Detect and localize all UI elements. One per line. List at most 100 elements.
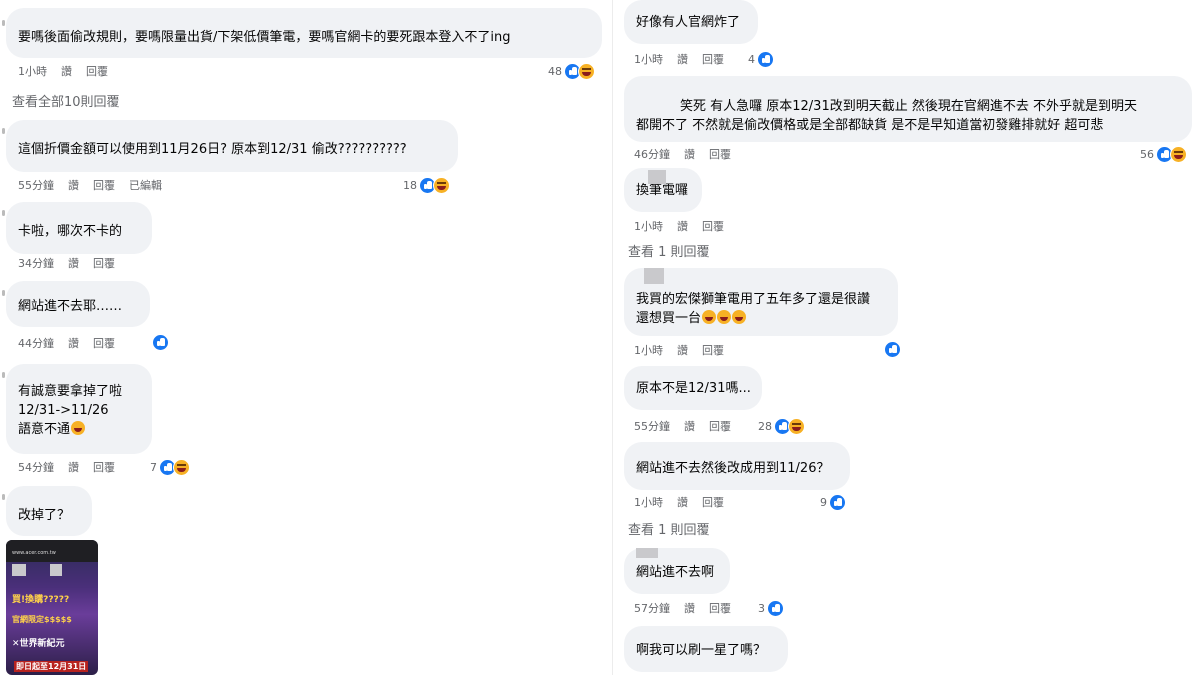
comment-bubble: 原本不是12/31嗎...	[624, 366, 762, 410]
comment-meta: 34分鐘 讚 回覆	[18, 255, 129, 271]
comment-time: 57分鐘	[634, 602, 670, 615]
comment-bubble: 網站進不去耶……	[6, 281, 150, 327]
thread-line	[2, 494, 5, 500]
comment-time: 1小時	[634, 496, 663, 509]
comment-text: 都開不了 不然就是偷改價格或是全部都缺貨 是不是早知道當初發雞排就好 超可悲	[636, 118, 1104, 133]
reaction-summary[interactable]	[882, 340, 901, 358]
comment-bubble: 笑死 有人急囉 原本12/31改到明天截止 然後現在官網進不去 不外乎就是到明天…	[624, 76, 1192, 142]
comment-text: 有誠意要拿掉了啦	[18, 384, 123, 399]
comment-text: 這個折價金額可以使用到11月26日? 原本到12/31 偷改??????????	[18, 142, 407, 157]
comment-text: 12/31->11/26	[18, 403, 109, 418]
edited-label: 已編輯	[129, 179, 162, 192]
like-link[interactable]: 讚	[68, 255, 79, 271]
comment-meta: 44分鐘 讚 回覆	[18, 335, 129, 351]
comment-text: 好像有人官網炸了	[636, 15, 741, 30]
commenter-name-redacted	[636, 449, 838, 459]
commenter-name-redacted	[18, 209, 140, 222]
reply-link[interactable]: 回覆	[702, 342, 724, 358]
comment-bubble: 要嗎後面偷改規則，要嗎限量出貨/下架低價筆電，要嗎官網卡的要死跟本登入不了ing	[6, 8, 602, 58]
comment-time: 1小時	[634, 344, 663, 357]
reaction-summary[interactable]: 18	[403, 176, 450, 194]
comment-time: 54分鐘	[18, 461, 54, 474]
reaction-summary[interactable]	[150, 333, 169, 351]
thread-line	[2, 20, 5, 26]
comment-text: 卡啦，哪次不卡的	[18, 224, 123, 239]
comment-meta: 54分鐘 讚 回覆	[18, 459, 129, 475]
like-link[interactable]: 讚	[677, 51, 688, 67]
haha-reaction-icon	[578, 62, 595, 80]
comment-time: 1小時	[634, 220, 663, 233]
reply-link[interactable]: 回覆	[709, 418, 731, 434]
commenter-name-redacted	[18, 493, 80, 506]
comment-bubble: 我買的宏傑獅筆電用了五年多了還是很讚 還想買一台	[624, 268, 898, 336]
comment-text: 網站進不去啊	[636, 565, 715, 580]
column-divider	[612, 0, 613, 675]
view-all-replies-link[interactable]: 查看全部10則回覆	[12, 91, 120, 110]
reply-link[interactable]: 回覆	[93, 177, 115, 193]
like-link[interactable]: 讚	[684, 418, 695, 434]
comment-time: 1小時	[18, 65, 47, 78]
redaction-block	[50, 564, 62, 576]
commenter-name-redacted	[18, 288, 138, 297]
like-link[interactable]: 讚	[68, 335, 79, 351]
haha-reaction-icon	[173, 458, 190, 476]
attached-screenshot-image[interactable]: www.acer.com.tw 買!換購????? 官網限定$$$$$ ✕世界新…	[6, 540, 98, 675]
commenter-name-redacted	[636, 633, 776, 641]
comment-text: 原本不是12/31嗎...	[636, 381, 751, 396]
comment-bubble: 這個折價金額可以使用到11月26日? 原本到12/31 偷改??????????	[6, 120, 458, 172]
like-link[interactable]: 讚	[677, 494, 688, 510]
comment-text: 網站進不去然後改成用到11/26？	[636, 461, 830, 476]
like-link[interactable]: 讚	[68, 459, 79, 475]
like-link[interactable]: 讚	[684, 146, 695, 162]
like-link[interactable]: 讚	[677, 342, 688, 358]
like-reaction-icon	[767, 599, 784, 617]
like-link[interactable]: 讚	[61, 63, 72, 79]
reaction-count: 3	[758, 601, 765, 615]
thread-line	[2, 210, 5, 216]
comment-meta: 1小時 讚 回覆	[634, 494, 738, 510]
comment-bubble: 卡啦，哪次不卡的	[6, 202, 152, 254]
reply-link[interactable]: 回覆	[709, 146, 731, 162]
reaction-count: 4	[748, 52, 755, 66]
thread-line	[2, 128, 5, 134]
reaction-count: 18	[403, 178, 417, 192]
redaction-block	[644, 268, 664, 284]
like-link[interactable]: 讚	[684, 600, 695, 616]
rofl-emoji-icon	[732, 310, 747, 324]
comment-text-line: 語意不通	[18, 420, 140, 439]
reaction-count: 28	[758, 419, 772, 433]
reply-link[interactable]: 回覆	[93, 335, 115, 351]
commenter-name-redacted	[18, 15, 590, 28]
reaction-summary[interactable]: 28	[758, 417, 805, 435]
reply-link[interactable]: 回覆	[93, 255, 115, 271]
reaction-summary[interactable]: 9	[820, 493, 846, 511]
reaction-summary[interactable]: 4	[748, 50, 774, 68]
comment-text-line: 還想買一台	[636, 309, 886, 328]
comment-time: 34分鐘	[18, 257, 54, 270]
comment-time: 1小時	[634, 53, 663, 66]
reply-link[interactable]: 回覆	[709, 600, 731, 616]
comment-meta: 46分鐘 讚 回覆	[634, 146, 745, 162]
reaction-count: 7	[150, 460, 157, 474]
comment-text: 笑死 有人急囉 原本12/31改到明天截止 然後現在官網進不去 不外乎就是到明天	[680, 99, 1137, 114]
reaction-summary[interactable]: 48	[548, 62, 595, 80]
comment-meta: 57分鐘 讚 回覆	[634, 600, 745, 616]
rofl-emoji-icon	[702, 310, 717, 324]
like-link[interactable]: 讚	[68, 177, 79, 193]
view-replies-link[interactable]: 查看 1 則回覆	[628, 519, 710, 538]
reply-link[interactable]: 回覆	[702, 494, 724, 510]
comment-text: 還想買一台	[636, 311, 702, 326]
image-url-text: www.acer.com.tw	[12, 550, 56, 556]
view-replies-link[interactable]: 查看 1 則回覆	[628, 241, 710, 260]
reply-link[interactable]: 回覆	[86, 63, 108, 79]
comment-text: 改掉了？	[18, 508, 71, 523]
comment-time: 55分鐘	[634, 420, 670, 433]
reply-link[interactable]: 回覆	[702, 51, 724, 67]
reply-link[interactable]: 回覆	[702, 218, 724, 234]
reaction-summary[interactable]: 56	[1140, 145, 1187, 163]
reaction-summary[interactable]: 3	[758, 599, 784, 617]
reply-link[interactable]: 回覆	[93, 459, 115, 475]
like-link[interactable]: 讚	[677, 218, 688, 234]
image-subline: 官網限定$$$$$	[12, 615, 72, 624]
reaction-summary[interactable]: 7	[150, 458, 190, 476]
